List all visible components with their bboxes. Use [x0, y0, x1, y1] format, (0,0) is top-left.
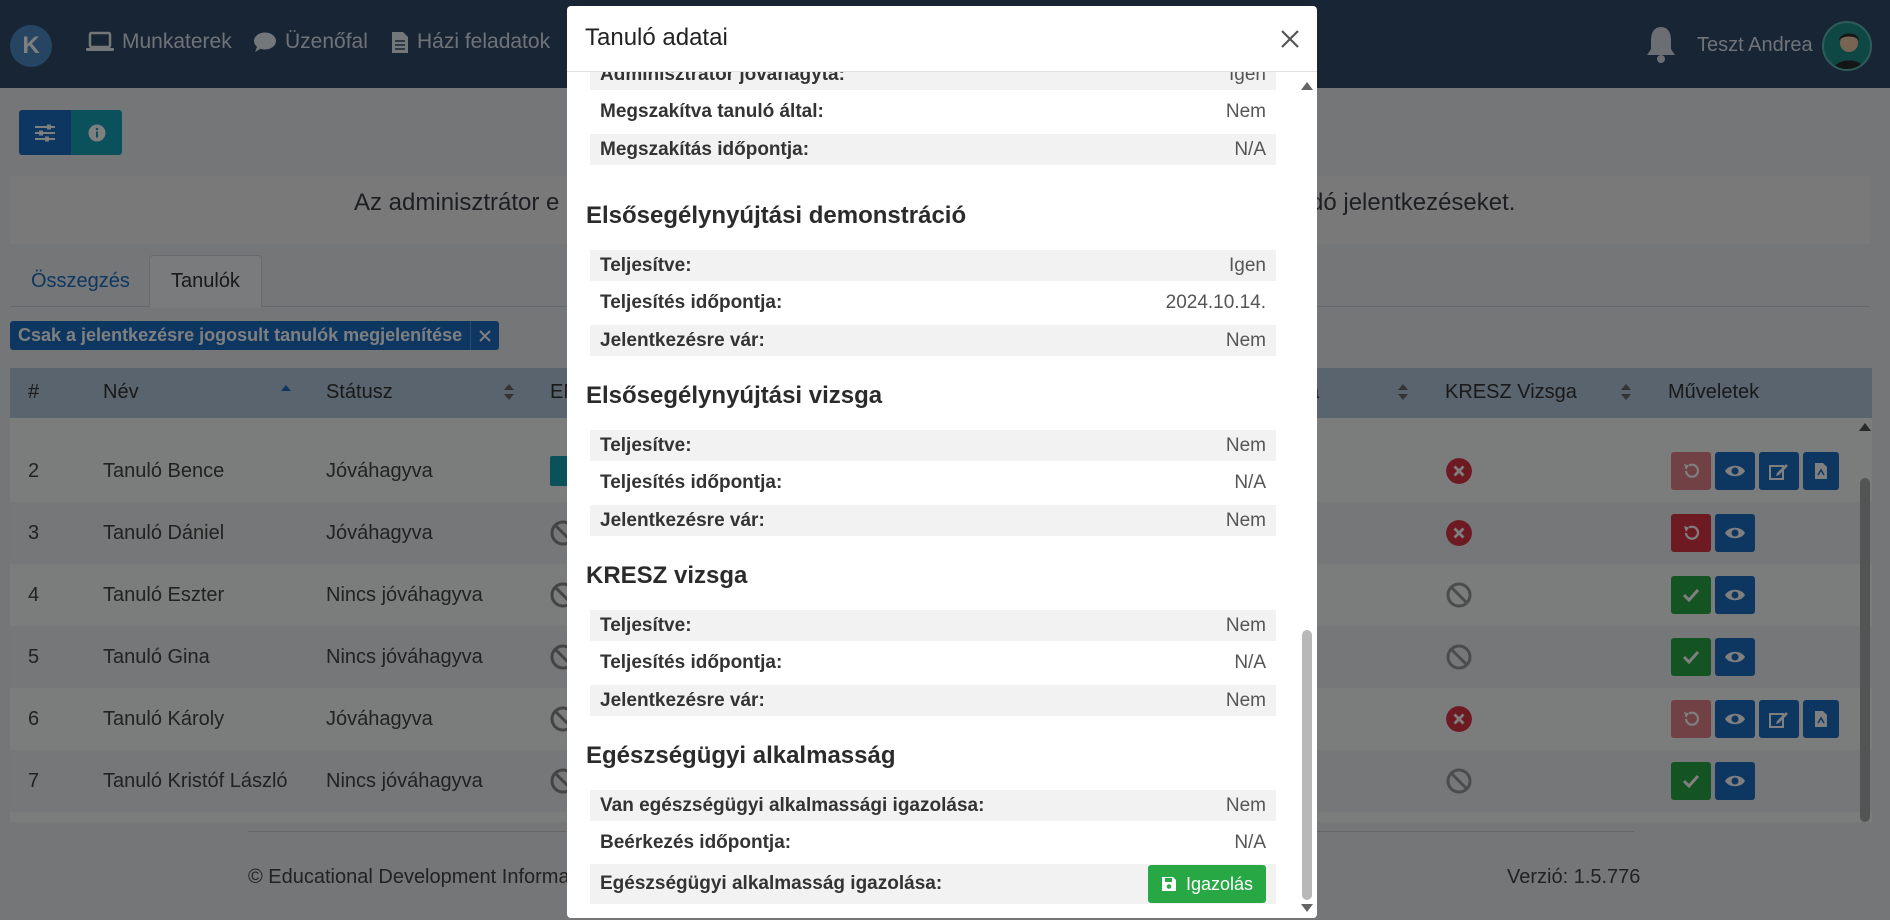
detail-row: Egészségügyi alkalmasság igazolása: Igaz… — [590, 864, 1276, 904]
detail-label: Megszakítás időpontja: — [600, 138, 810, 160]
detail-row: Beérkezés időpontja: N/A — [590, 827, 1276, 858]
scroll-down-icon[interactable] — [1301, 904, 1313, 912]
detail-label: Beérkezés időpontja: — [600, 831, 792, 853]
modal-body: Adminisztrátor jóváhagyta: Igen Megszakí… — [567, 72, 1297, 918]
student-details-modal: Tanuló adatai Adminisztrátor jóváhagyta:… — [567, 6, 1317, 918]
scrollbar-thumb[interactable] — [1302, 630, 1312, 900]
detail-label: Teljesítés időpontja: — [600, 651, 783, 673]
detail-value: N/A — [1234, 651, 1266, 673]
detail-value: Igen — [1229, 72, 1266, 85]
modal-scrollbar[interactable] — [1297, 72, 1317, 918]
detail-value: 2024.10.14. — [1165, 291, 1266, 313]
detail-value: Igen — [1229, 254, 1266, 276]
detail-row: Teljesítés időpontja: N/A — [590, 467, 1276, 498]
detail-value: Nem — [1225, 329, 1266, 351]
igazolas-button[interactable]: Igazolás — [1147, 865, 1266, 903]
detail-row: Jelentkezésre vár: Nem — [590, 325, 1276, 356]
detail-row: Teljesítés időpontja: N/A — [590, 647, 1276, 678]
detail-label: Jelentkezésre vár: — [600, 329, 765, 351]
scroll-up-icon[interactable] — [1301, 82, 1313, 90]
detail-label: Van egészségügyi alkalmassági igazolása: — [600, 794, 985, 816]
detail-value: Nem — [1225, 434, 1266, 456]
detail-label: Teljesítve: — [600, 434, 692, 456]
detail-row: Van egészségügyi alkalmassági igazolása:… — [590, 790, 1276, 821]
igazolas-label: Igazolás — [1185, 873, 1253, 894]
detail-value: Nem — [1225, 100, 1266, 122]
detail-row: Adminisztrátor jóváhagyta: Igen — [590, 72, 1276, 90]
detail-row: Teljesítve: Nem — [590, 610, 1276, 641]
section-title: KRESZ vizsga — [586, 562, 748, 589]
detail-value: N/A — [1234, 138, 1266, 160]
detail-value: Nem — [1225, 689, 1266, 711]
detail-row: Teljesítve: Igen — [590, 250, 1276, 281]
close-button[interactable] — [1275, 24, 1305, 54]
detail-value: Nem — [1225, 509, 1266, 531]
detail-label: Jelentkezésre vár: — [600, 509, 765, 531]
section-title: Elsősegélynyújtási demonstráció — [586, 202, 967, 229]
modal-title: Tanuló adatai — [585, 24, 728, 51]
detail-value: Nem — [1225, 614, 1266, 636]
detail-row: Teljesítve: Nem — [590, 430, 1276, 461]
detail-value: Nem — [1225, 794, 1266, 816]
detail-label: Megszakítva tanuló által: — [600, 100, 824, 122]
detail-label: Adminisztrátor jóváhagyta: — [600, 72, 845, 85]
detail-row: Jelentkezésre vár: Nem — [590, 505, 1276, 536]
detail-label: Teljesítve: — [600, 614, 692, 636]
detail-label: Teljesítés időpontja: — [600, 291, 783, 313]
detail-label: Teljesítés időpontja: — [600, 471, 783, 493]
close-icon — [1281, 30, 1299, 48]
detail-label: Jelentkezésre vár: — [600, 689, 765, 711]
modal-header: Tanuló adatai — [567, 6, 1317, 72]
detail-row: Megszakítva tanuló által: Nem — [590, 96, 1276, 127]
detail-row: Teljesítés időpontja: 2024.10.14. — [590, 287, 1276, 318]
detail-label: Egészségügyi alkalmasság igazolása: — [600, 873, 943, 894]
section-title: Egészségügyi alkalmasság — [586, 742, 896, 769]
section-title: Elsősegélynyújtási vizsga — [586, 382, 883, 409]
detail-row: Megszakítás időpontja: N/A — [590, 134, 1276, 165]
detail-label: Teljesítve: — [600, 254, 692, 276]
save-icon — [1161, 877, 1176, 891]
detail-row: Jelentkezésre vár: Nem — [590, 685, 1276, 716]
detail-value: N/A — [1234, 831, 1266, 853]
detail-value: N/A — [1234, 471, 1266, 493]
